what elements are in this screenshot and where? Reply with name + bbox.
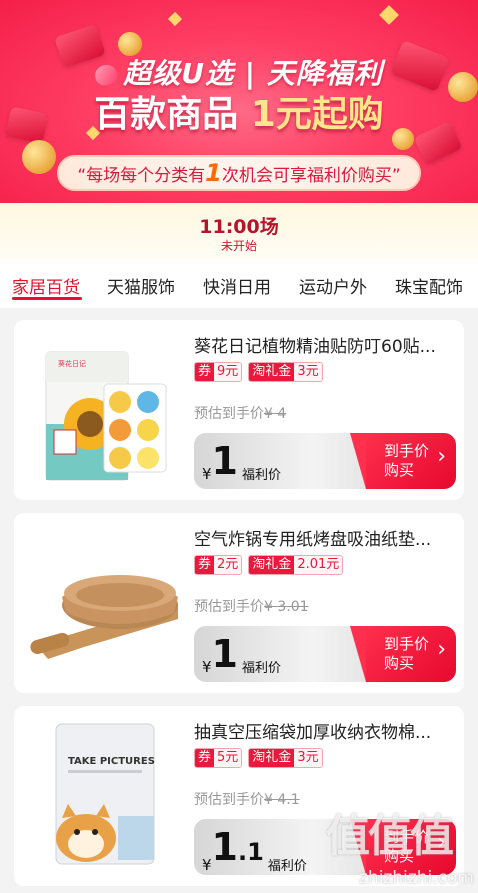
session-status: 未开始 [220, 239, 257, 253]
estimated-price: 预估到手价¥ 4.1 [194, 792, 300, 808]
product-title[interactable]: 空气炸锅专用纸烤盘吸油纸垫... [194, 525, 456, 550]
buy-button[interactable]: 到手价 购买 › [350, 819, 456, 875]
promo-banner: 超级U选 | 天降福利 百款商品 1元起购 “每场每个分类有1次机会可享福利价购… [0, 0, 478, 203]
tab-sports-outdoor[interactable]: 运动户外 [299, 273, 367, 298]
coupon-badge: 券 2元 [194, 555, 243, 575]
gift-money-badge: 淘礼金 3元 [248, 362, 323, 382]
banner-headline: 百款商品 1元起购 [94, 94, 384, 135]
product-image-air-fryer-paper[interactable] [28, 527, 178, 677]
chevron-right-icon: › [437, 637, 446, 662]
product-card[interactable]: 空气炸锅专用纸烤盘吸油纸垫... 券 2元 淘礼金 2.01元 预估到手价¥ 3.0… [14, 513, 464, 693]
tab-jewelry-accessories[interactable]: 珠宝配饰 [395, 273, 463, 298]
product-image-brand: 葵花日记 [58, 359, 86, 368]
gift-money-badge: 淘礼金 3元 [248, 748, 323, 768]
product-image-text: TAKE PICTURES [68, 756, 155, 767]
coupon-row: 券 5元 淘礼金 3元 [194, 748, 323, 768]
product-card[interactable]: TAKE PICTURES 抽真空压缩袋加厚收纳衣物棉... 券 5元 淘礼金 3元… [14, 706, 464, 886]
coupon-badge: 券 9元 [194, 362, 243, 382]
estimated-price: 预估到手价¥ 4 [194, 406, 287, 422]
product-title[interactable]: 葵花日记植物精油贴防叮60贴... [194, 332, 456, 357]
buy-button[interactable]: 到手价 购买 › [350, 433, 456, 489]
product-image-vacuum-bag[interactable]: TAKE PICTURES [28, 720, 178, 870]
tab-daily-consumables[interactable]: 快消日用 [203, 273, 271, 298]
product-card[interactable]: 葵花日记 葵花日记植物精油贴防叮60贴... 券 9元 淘礼金 3元 预估到手价¥ … [14, 320, 464, 500]
coupon-row: 券 9元 淘礼金 3元 [194, 362, 323, 382]
tab-home-goods[interactable]: 家居百货 [12, 273, 80, 298]
price-buy-bar: ¥1 福利价 到手价 购买 › [194, 626, 456, 682]
welfare-price: ¥1.1福利价 [202, 825, 307, 874]
buy-button[interactable]: 到手价 购买 › [350, 626, 456, 682]
heart-logo-icon [93, 62, 120, 88]
banner-notice: “每场每个分类有1次机会可享福利价购买” [57, 155, 421, 191]
chevron-right-icon: › [437, 444, 446, 469]
price-buy-bar: ¥1 福利价 到手价 购买 › [194, 433, 456, 489]
session-time: 11:00场 [199, 216, 279, 238]
active-tab-indicator [12, 297, 82, 300]
coupon-row: 券 2元 淘礼金 2.01元 [194, 555, 344, 575]
sparkle-decoration [379, 5, 399, 25]
gold-coin-decoration [22, 140, 56, 174]
chevron-right-icon: › [437, 830, 446, 855]
price-buy-bar: ¥1.1福利价 到手价 购买 › [194, 819, 456, 875]
tab-tmall-apparel[interactable]: 天猫服饰 [107, 273, 175, 298]
welfare-price: ¥1 福利价 [202, 632, 282, 676]
coupon-badge: 券 5元 [194, 748, 243, 768]
welfare-price: ¥1 福利价 [202, 439, 282, 483]
session-header: 11:00场 未开始 [0, 203, 478, 263]
category-tabs: 家居百货 天猫服饰 快消日用 运动户外 珠宝配饰 [0, 263, 478, 308]
estimated-price: 预估到手价¥ 3.01 [194, 599, 309, 615]
product-title[interactable]: 抽真空压缩袋加厚收纳衣物棉... [194, 718, 456, 743]
gift-money-badge: 淘礼金 2.01元 [248, 555, 344, 575]
product-image-mosquito-patch[interactable]: 葵花日记 [28, 334, 178, 484]
sparkle-decoration [167, 11, 183, 27]
